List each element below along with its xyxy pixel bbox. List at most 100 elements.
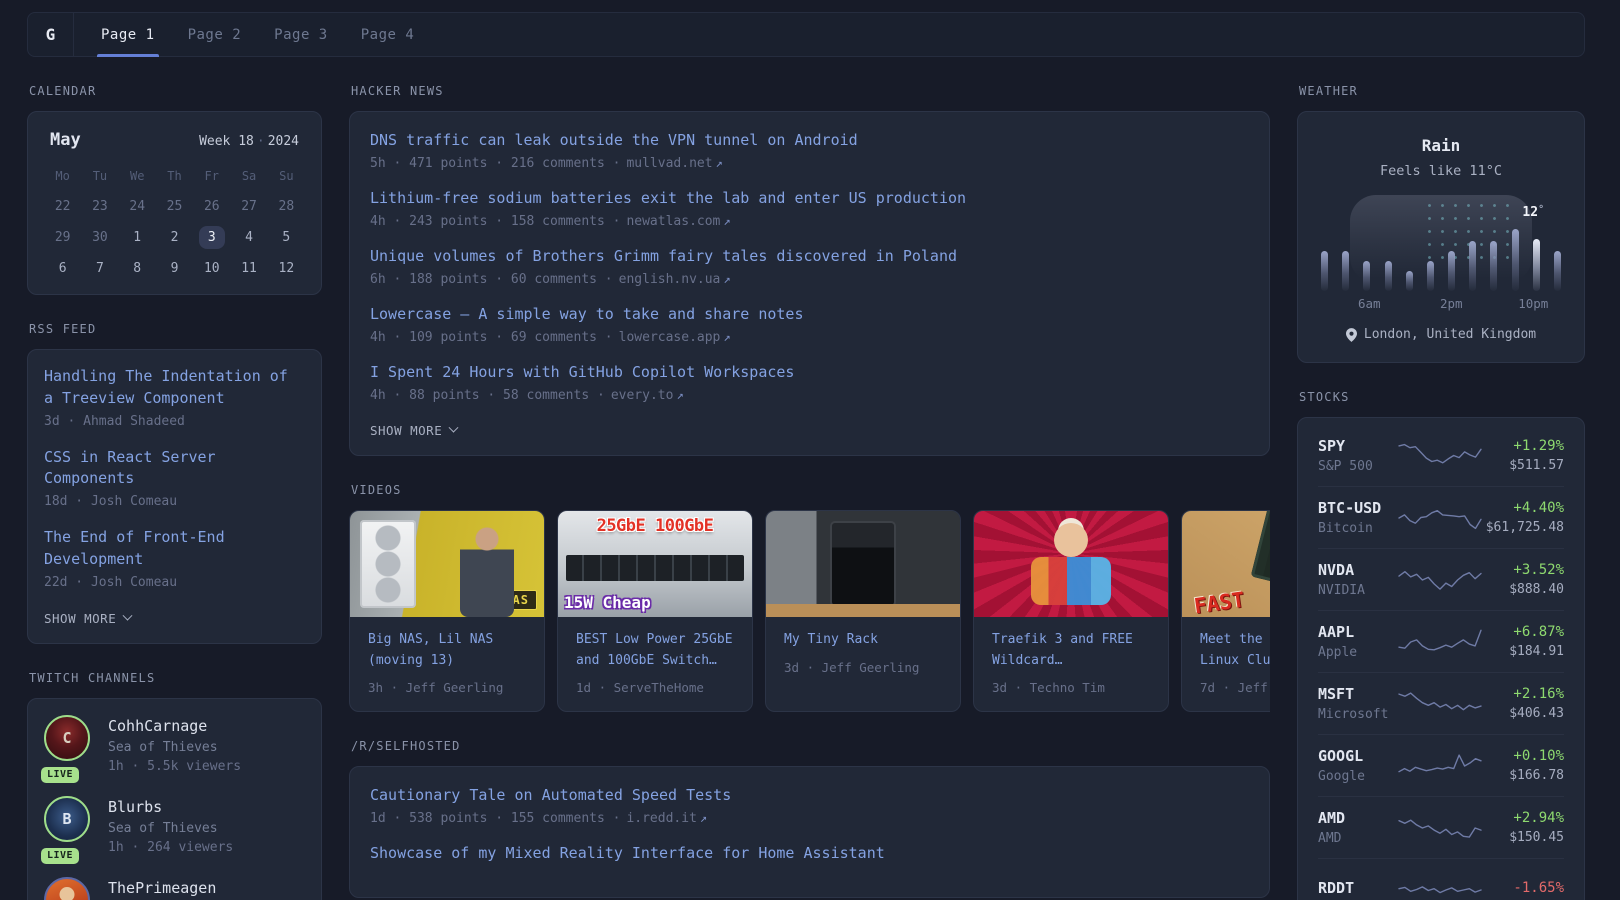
calendar-day[interactable]: 26	[193, 191, 230, 222]
stock-change: -1.65%	[1483, 880, 1564, 896]
weather-bar	[1533, 239, 1540, 291]
twitch-channel-row[interactable]: B LIVE Blurbs Sea of Thieves 1h · 264 vi…	[44, 796, 305, 855]
news-item-title[interactable]: Cautionary Tale on Automated Speed Tests	[370, 785, 1249, 806]
stock-row[interactable]: MSFT Microsoft +2.16% $406.43	[1318, 672, 1564, 734]
calendar-day[interactable]: 28	[268, 191, 305, 222]
rss-item: CSS in React Server Components 18d · Jos…	[44, 447, 305, 510]
rss-item-title[interactable]: CSS in React Server Components	[44, 447, 305, 491]
calendar-day[interactable]: 6	[44, 253, 81, 284]
nav-tab[interactable]: Page 1	[101, 13, 155, 56]
stock-row[interactable]: AAPL Apple +6.87% $184.91	[1318, 610, 1564, 672]
calendar-weekday-label: Tu	[81, 160, 118, 191]
stock-row[interactable]: RDDT -1.65%	[1318, 858, 1564, 900]
video-thumbnail[interactable]	[974, 511, 1168, 617]
videos-row: LIL NAS Big NAS, Lil NAS (moving 13) 3h …	[349, 510, 1270, 712]
section-label-twitch: TWITCH CHANNELS	[29, 671, 322, 685]
calendar-day[interactable]: 8	[119, 253, 156, 284]
nav-tab[interactable]: Page 3	[274, 13, 328, 56]
nav-tab[interactable]: Page 4	[361, 13, 415, 56]
video-card: Traefik 3 and FREE Wildcard… 3d · Techno…	[973, 510, 1169, 712]
stock-sparkline	[1397, 440, 1483, 470]
calendar-day[interactable]: 4	[230, 222, 267, 253]
stock-row[interactable]: NVDA NVIDIA +3.52% $888.40	[1318, 548, 1564, 610]
video-thumbnail[interactable]: FAST	[1182, 511, 1270, 617]
calendar-day[interactable]: 10	[193, 253, 230, 284]
calendar-day[interactable]: 29	[44, 222, 81, 253]
calendar-day[interactable]: 1	[119, 222, 156, 253]
twitch-channel-name[interactable]: CohhCarnage	[108, 717, 241, 735]
thumbnail-overlay-bottom: FAST	[1193, 588, 1246, 617]
news-item-domain[interactable]: english.nv.ua↗	[619, 272, 731, 287]
news-item-title[interactable]: Lithium-free sodium batteries exit the l…	[370, 188, 1249, 209]
news-item-domain[interactable]: newatlas.com↗	[626, 214, 730, 229]
twitch-channel-name[interactable]: ThePrimeagen	[108, 879, 216, 897]
rss-item-meta: 3d · Ahmad Shadeed	[44, 414, 305, 429]
calendar-day-number: 30	[83, 226, 117, 249]
twitch-channel-row[interactable]: ThePrimeagen	[44, 877, 305, 900]
calendar-day[interactable]: 24	[119, 191, 156, 222]
video-meta: 1d · ServeTheHome	[576, 680, 734, 695]
video-card: LIL NAS Big NAS, Lil NAS (moving 13) 3h …	[349, 510, 545, 712]
stock-row[interactable]: AMD AMD +2.94% $150.45	[1318, 796, 1564, 858]
calendar-day[interactable]: 27	[230, 191, 267, 222]
video-title[interactable]: BEST Low Power 25GbE and 100GbE Switch…	[576, 630, 734, 671]
calendar-day[interactable]: 25	[156, 191, 193, 222]
calendar-day[interactable]: 3	[193, 222, 230, 253]
news-item-domain[interactable]: mullvad.net↗	[626, 156, 722, 171]
section-label-reddit: /R/SELFHOSTED	[351, 739, 1270, 753]
video-thumbnail[interactable]: LIL NAS	[350, 511, 544, 617]
twitch-channel-game[interactable]: Sea of Thieves	[108, 821, 233, 836]
calendar-day[interactable]: 23	[81, 191, 118, 222]
calendar-day[interactable]: 30	[81, 222, 118, 253]
calendar-day[interactable]: 12	[268, 253, 305, 284]
weather-bar	[1321, 251, 1328, 291]
news-item-title[interactable]: DNS traffic can leak outside the VPN tun…	[370, 130, 1249, 151]
stock-ticker: AAPL	[1318, 623, 1397, 641]
stock-row[interactable]: SPY S&P 500 +1.29% $511.57	[1318, 424, 1564, 486]
chevron-down-icon	[123, 610, 133, 620]
calendar-day[interactable]: 2	[156, 222, 193, 253]
news-item-domain[interactable]: i.redd.it↗	[626, 811, 707, 826]
rss-show-more-button[interactable]: SHOW MORE	[44, 611, 131, 626]
news-item-title[interactable]: Unique volumes of Brothers Grimm fairy t…	[370, 246, 1249, 267]
stock-row[interactable]: GOOGL Google +0.10% $166.78	[1318, 734, 1564, 796]
nav-tab[interactable]: Page 2	[188, 13, 242, 56]
rss-item-meta: 22d · Josh Comeau	[44, 575, 305, 590]
video-title[interactable]: My Tiny Rack	[784, 630, 942, 651]
rss-item-title[interactable]: The End of Front-End Development	[44, 527, 305, 571]
nav-tab-label: Page 3	[274, 27, 328, 43]
live-badge: LIVE	[41, 848, 79, 864]
calendar-day[interactable]: 7	[81, 253, 118, 284]
news-item-title[interactable]: Showcase of my Mixed Reality Interface f…	[370, 843, 1249, 864]
news-item-meta: 1d · 538 points · 155 comments ·i.redd.i…	[370, 811, 1249, 826]
twitch-channel-game[interactable]: Sea of Thieves	[108, 740, 241, 755]
rss-item-meta: 18d · Josh Comeau	[44, 494, 305, 509]
calendar-day[interactable]: 9	[156, 253, 193, 284]
weather-feels-like: Feels like 11°C	[1318, 163, 1564, 179]
app-logo[interactable]: G	[28, 13, 74, 56]
twitch-avatar-wrap: C LIVE	[44, 715, 92, 774]
video-title[interactable]: Meet the FASTEST Linux Cluster	[1200, 630, 1270, 671]
news-item-domain[interactable]: every.to↗	[611, 388, 684, 403]
video-title[interactable]: Traefik 3 and FREE Wildcard…	[992, 630, 1150, 671]
video-thumbnail[interactable]	[766, 511, 960, 617]
stock-name: Bitcoin	[1318, 521, 1397, 536]
twitch-channel-row[interactable]: C LIVE CohhCarnage Sea of Thieves 1h · 5…	[44, 715, 305, 774]
calendar-day[interactable]: 5	[268, 222, 305, 253]
weather-bar	[1469, 241, 1476, 291]
news-item-title[interactable]: I Spent 24 Hours with GitHub Copilot Wor…	[370, 362, 1249, 383]
hackernews-show-more-button[interactable]: SHOW MORE	[370, 423, 457, 438]
video-thumbnail[interactable]: 25GbE 100GbE 15W Cheap	[558, 511, 752, 617]
stock-row[interactable]: BTC-USD Bitcoin +4.40% $61,725.48	[1318, 486, 1564, 548]
weather-bar	[1363, 261, 1370, 291]
twitch-channel-meta: 1h · 5.5k viewers	[108, 759, 241, 774]
rss-item-title[interactable]: Handling The Indentation of a Treeview C…	[44, 366, 305, 410]
calendar-day[interactable]: 22	[44, 191, 81, 222]
twitch-channel-name[interactable]: Blurbs	[108, 798, 233, 816]
calendar-day[interactable]: 11	[230, 253, 267, 284]
video-title[interactable]: Big NAS, Lil NAS (moving 13)	[368, 630, 526, 671]
stock-price: $184.91	[1483, 644, 1564, 659]
rss-item: The End of Front-End Development 22d · J…	[44, 527, 305, 590]
news-item-title[interactable]: Lowercase – A simple way to take and sha…	[370, 304, 1249, 325]
news-item-domain[interactable]: lowercase.app↗	[619, 330, 731, 345]
